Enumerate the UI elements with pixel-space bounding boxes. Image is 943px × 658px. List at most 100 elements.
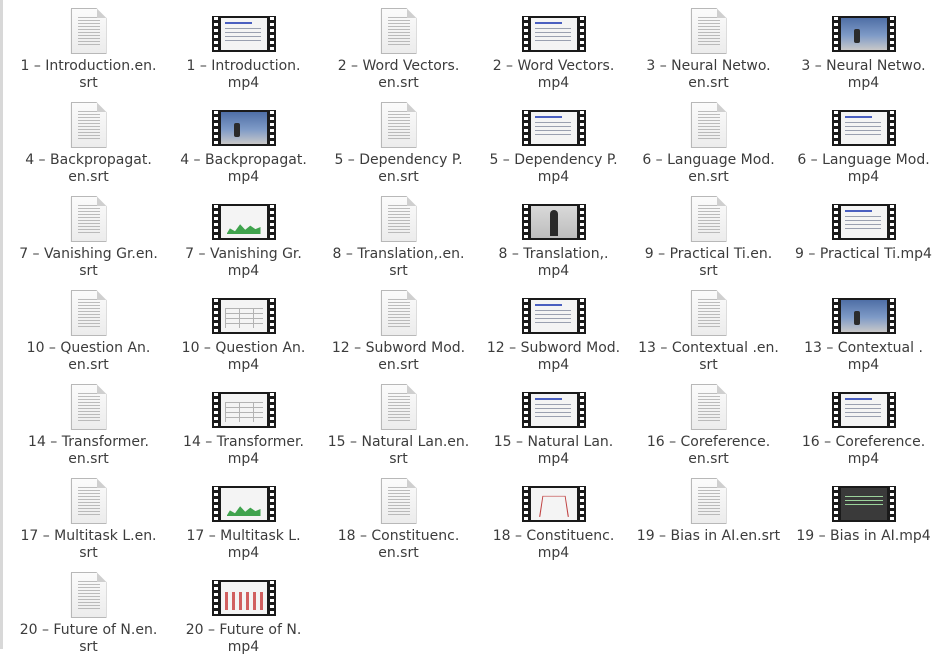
file-name-line-2: srt [389,263,408,279]
file-item-mp4[interactable]: 2 – Word Vectors. mp4 [476,0,631,94]
video-file-icon [831,298,896,334]
file-item-mp4[interactable]: 14 – Transformer. mp4 [166,376,321,470]
file-item-srt[interactable]: 15 – Natural Lan.en. srt [321,376,476,470]
file-name-label: 20 – Future of N.en. srt [14,622,164,656]
file-item-srt[interactable]: 1 – Introduction.en. srt [11,0,166,94]
file-name-line-1: 20 – Future of N.en. [19,622,158,638]
file-item-mp4[interactable]: 16 – Coreference. mp4 [786,376,941,470]
video-file-icon [831,392,896,428]
film-strip-right [267,110,276,146]
video-thumbnail [220,300,267,332]
film-strip-right [267,392,276,428]
file-item-mp4[interactable]: 12 – Subword Mod. mp4 [476,282,631,376]
film-strip-left [521,392,530,428]
file-name-label: 19 – Bias in AI.en.srt [634,528,784,545]
file-item-srt[interactable]: 3 – Neural Netwo. en.srt [631,0,786,94]
film-strip-left [211,580,220,616]
file-item-srt[interactable]: 7 – Vanishing Gr.en. srt [11,188,166,282]
file-item-mp4[interactable]: 17 – Multitask L. mp4 [166,470,321,564]
file-item-mp4[interactable]: 4 – Backpropagat. mp4 [166,94,321,188]
file-item-srt[interactable]: 18 – Constituenc. en.srt [321,470,476,564]
video-thumbnail [530,394,577,426]
video-file-icon [211,16,276,52]
text-lines-decoration [697,17,720,47]
film-strip-left [831,392,840,428]
file-name-label: 8 – Translation,. mp4 [479,246,629,280]
film-strip-right [577,16,586,52]
file-icon-container [166,2,321,56]
file-name-label: 15 – Natural Lan. mp4 [479,434,629,468]
file-name-line-1: 8 – Translation,. [498,246,609,262]
file-name-label: 14 – Transformer. mp4 [169,434,319,468]
file-icon-container [631,96,786,150]
file-name-line-1: 4 – Backpropagat. [180,152,307,168]
file-item-mp4[interactable]: 3 – Neural Netwo. mp4 [786,0,941,94]
file-item-mp4[interactable]: 6 – Language Mod. mp4 [786,94,941,188]
file-item-mp4[interactable]: 7 – Vanishing Gr. mp4 [166,188,321,282]
file-name-line-2: srt [79,263,98,279]
video-file-icon [521,486,586,522]
file-name-label: 17 – Multitask L. mp4 [169,528,319,562]
file-name-line-1: 14 – Transformer. [183,434,304,450]
video-file-icon [521,110,586,146]
file-name-line-2: mp4 [537,451,570,467]
file-name-line-2: en.srt [378,545,419,561]
file-item-srt[interactable]: 20 – Future of N.en. srt [11,564,166,658]
file-name-line-2: mp4 [227,357,260,373]
file-item-mp4[interactable]: 1 – Introduction. mp4 [166,0,321,94]
file-item-srt[interactable]: 14 – Transformer. en.srt [11,376,166,470]
file-name-label: 12 – Subword Mod. en.srt [324,340,474,374]
file-icon-container [321,378,476,432]
file-item-srt[interactable]: 8 – Translation,.en. srt [321,188,476,282]
file-item-srt[interactable]: 2 – Word Vectors. en.srt [321,0,476,94]
text-file-icon [70,290,107,336]
file-item-mp4[interactable]: 18 – Constituenc. mp4 [476,470,631,564]
file-item-mp4[interactable]: 9 – Practical Ti.mp4 [786,188,941,282]
file-item-mp4[interactable]: 10 – Question An. mp4 [166,282,321,376]
file-item-mp4[interactable]: 20 – Future of N. mp4 [166,564,321,658]
file-name-line-2: en.srt [378,75,419,91]
file-name-label: 20 – Future of N. mp4 [169,622,319,656]
file-name-line-2: mp4 [537,75,570,91]
file-name-label: 4 – Backpropagat. en.srt [14,152,164,186]
text-lines-decoration [77,17,100,47]
file-item-mp4[interactable]: 15 – Natural Lan. mp4 [476,376,631,470]
file-name-line-2: en.srt [378,357,419,373]
file-name-label: 7 – Vanishing Gr.en. srt [14,246,164,280]
film-strip-right [887,392,896,428]
file-name-line-1: 12 – Subword Mod. [486,340,621,356]
file-name-line-2: mp4 [537,169,570,185]
file-name-label: 15 – Natural Lan.en. srt [324,434,474,468]
file-name-label: 6 – Language Mod. en.srt [634,152,784,186]
file-name-line-2: mp4 [227,451,260,467]
video-thumbnail [220,394,267,426]
film-strip-left [831,298,840,334]
file-item-mp4[interactable]: 8 – Translation,. mp4 [476,188,631,282]
file-item-srt[interactable]: 17 – Multitask L.en. srt [11,470,166,564]
file-name-line-2: mp4 [847,169,880,185]
file-item-srt[interactable]: 4 – Backpropagat. en.srt [11,94,166,188]
file-item-srt[interactable]: 19 – Bias in AI.en.srt [631,470,786,564]
file-item-srt[interactable]: 6 – Language Mod. en.srt [631,94,786,188]
file-icon-container [786,472,941,526]
file-item-mp4[interactable]: 5 – Dependency P. mp4 [476,94,631,188]
film-strip-left [831,16,840,52]
file-item-mp4[interactable]: 13 – Contextual . mp4 [786,282,941,376]
file-item-srt[interactable]: 5 – Dependency P. en.srt [321,94,476,188]
video-thumbnail [530,488,577,520]
file-icon-container [786,190,941,244]
text-lines-decoration [387,17,410,47]
file-name-line-1: 5 – Dependency P. [334,152,463,168]
file-icon-container [476,2,631,56]
file-item-srt[interactable]: 9 – Practical Ti.en. srt [631,188,786,282]
film-strip-right [577,392,586,428]
file-item-srt[interactable]: 12 – Subword Mod. en.srt [321,282,476,376]
text-file-icon [380,102,417,148]
file-name-line-1: 9 – Practical Ti.mp4 [795,246,932,262]
file-icon-container [631,472,786,526]
video-file-icon [211,110,276,146]
file-item-mp4[interactable]: 19 – Bias in AI.mp4 [786,470,941,564]
file-item-srt[interactable]: 13 – Contextual .en. srt [631,282,786,376]
file-item-srt[interactable]: 16 – Coreference. en.srt [631,376,786,470]
file-item-srt[interactable]: 10 – Question An. en.srt [11,282,166,376]
